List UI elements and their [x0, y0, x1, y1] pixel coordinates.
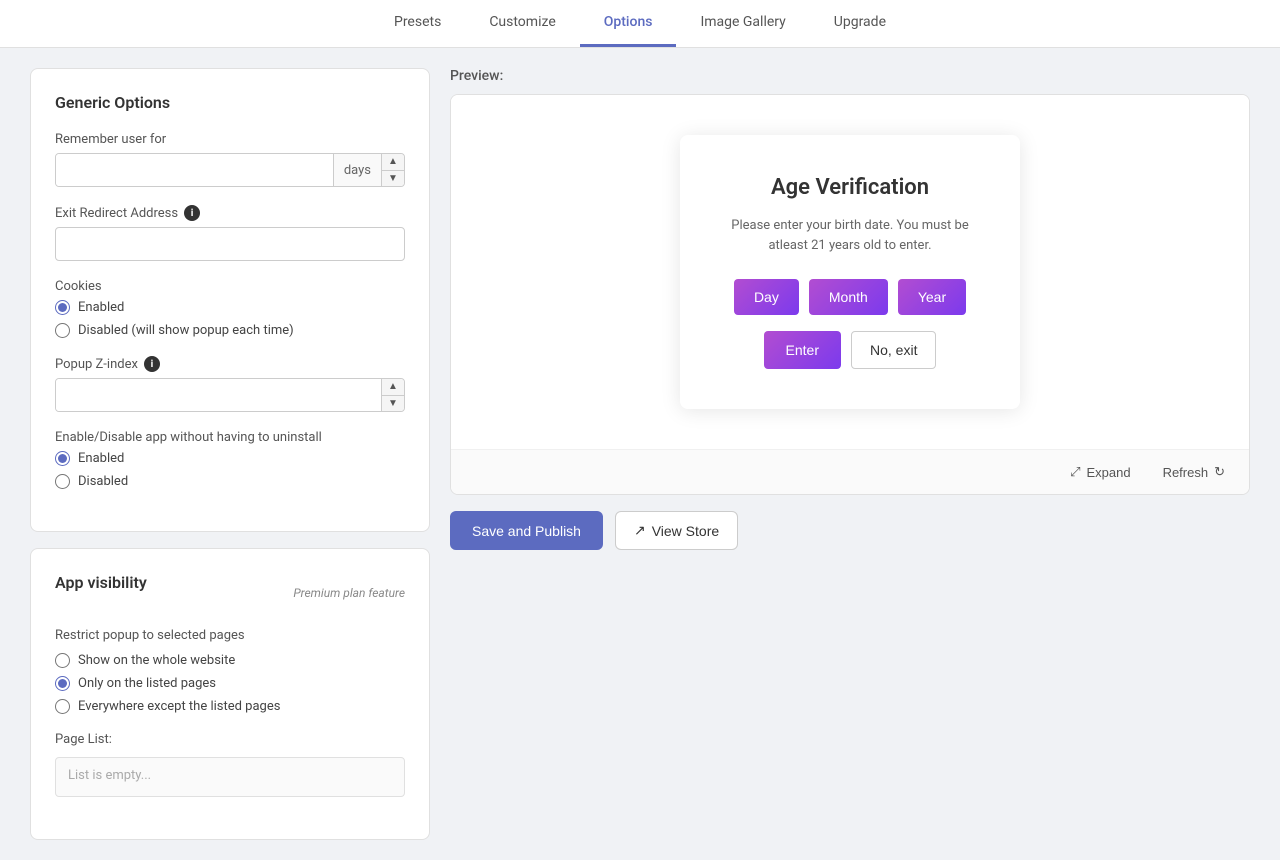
app-visibility-header: App visibility Premium plan feature — [55, 573, 405, 612]
expand-button[interactable]: ⤢ Expand — [1062, 460, 1139, 484]
popup-year-button[interactable]: Year — [898, 279, 966, 315]
popup-enter-button[interactable]: Enter — [764, 331, 841, 369]
popup-zindex-info-icon[interactable]: i — [144, 356, 160, 372]
popup-zindex-input-wrapper: 999999999 ▲ ▼ — [55, 378, 405, 412]
enable-disable-radio-group: Enabled Disabled — [55, 451, 405, 489]
remember-user-down[interactable]: ▼ — [382, 171, 404, 187]
whole-website-label: Show on the whole website — [78, 653, 235, 668]
enable-disable-group: Enable/Disable app without having to uni… — [55, 430, 405, 489]
preview-actions-bar: ⤢ Expand Refresh ↻ — [451, 449, 1249, 494]
popup-month-button[interactable]: Month — [809, 279, 888, 315]
refresh-icon: ↻ — [1214, 464, 1225, 480]
page-list-label: Page List: — [55, 732, 405, 747]
popup-zindex-up[interactable]: ▲ — [382, 379, 404, 396]
whole-website-option[interactable]: Show on the whole website — [55, 653, 405, 668]
left-panel: Generic Options Remember user for 10 day… — [30, 68, 430, 840]
popup-description: Please enter your birth date. You must b… — [730, 216, 970, 255]
whole-website-radio[interactable] — [55, 653, 70, 668]
tab-options[interactable]: Options — [580, 0, 677, 47]
cookies-label: Cookies — [55, 279, 405, 294]
right-panel: Preview: Age Verification Please enter y… — [450, 68, 1250, 840]
cookies-enabled-radio[interactable] — [55, 300, 70, 315]
tab-presets[interactable]: Presets — [370, 0, 465, 47]
expand-label: Expand — [1086, 465, 1130, 480]
popup-action-row: Enter No, exit — [730, 331, 970, 369]
view-store-label: View Store — [652, 523, 719, 539]
generic-options-card: Generic Options Remember user for 10 day… — [30, 68, 430, 532]
refresh-button[interactable]: Refresh ↻ — [1155, 460, 1233, 484]
popup-title: Age Verification — [730, 175, 970, 200]
tab-customize[interactable]: Customize — [465, 0, 579, 47]
cookies-enabled-label: Enabled — [78, 300, 124, 315]
remember-user-input-wrapper: 10 days ▲ ▼ — [55, 153, 405, 187]
enable-disable-label: Enable/Disable app without having to uni… — [55, 430, 405, 445]
remember-user-spinner: ▲ ▼ — [381, 154, 404, 186]
exit-redirect-label: Exit Redirect Address i — [55, 205, 405, 221]
popup-zindex-down[interactable]: ▼ — [382, 396, 404, 412]
visibility-radio-group: Show on the whole website Only on the li… — [55, 653, 405, 714]
tab-upgrade[interactable]: Upgrade — [810, 0, 910, 47]
popup-day-button[interactable]: Day — [734, 279, 799, 315]
remember-user-up[interactable]: ▲ — [382, 154, 404, 171]
restrict-popup-label: Restrict popup to selected pages — [55, 628, 405, 643]
listed-pages-option[interactable]: Only on the listed pages — [55, 676, 405, 691]
except-listed-label: Everywhere except the listed pages — [78, 699, 280, 714]
tab-image-gallery[interactable]: Image Gallery — [676, 0, 809, 47]
generic-options-title: Generic Options — [55, 93, 405, 112]
app-visibility-card: App visibility Premium plan feature Rest… — [30, 548, 430, 840]
days-suffix: days — [333, 154, 381, 186]
external-link-icon: ↗ — [634, 522, 646, 539]
refresh-label: Refresh — [1163, 465, 1209, 480]
expand-icon: ⤢ — [1070, 464, 1080, 480]
cookies-disabled-option[interactable]: Disabled (will show popup each time) — [55, 323, 405, 338]
popup-zindex-input[interactable]: 999999999 — [56, 379, 381, 411]
top-nav: Presets Customize Options Image Gallery … — [0, 0, 1280, 48]
action-bar: Save and Publish ↗ View Store — [450, 511, 1250, 550]
listed-pages-label: Only on the listed pages — [78, 676, 216, 691]
app-disabled-radio[interactable] — [55, 474, 70, 489]
cookies-disabled-label: Disabled (will show popup each time) — [78, 323, 294, 338]
popup-zindex-spinner: ▲ ▼ — [381, 379, 404, 411]
except-listed-option[interactable]: Everywhere except the listed pages — [55, 699, 405, 714]
exit-redirect-group: Exit Redirect Address i http://www.googl… — [55, 205, 405, 261]
except-listed-radio[interactable] — [55, 699, 70, 714]
remember-user-label: Remember user for — [55, 132, 405, 147]
cookies-group: Cookies Enabled Disabled (will show popu… — [55, 279, 405, 338]
cookies-radio-group: Enabled Disabled (will show popup each t… — [55, 300, 405, 338]
popup-zindex-group: Popup Z-index i 999999999 ▲ ▼ — [55, 356, 405, 412]
save-publish-button[interactable]: Save and Publish — [450, 511, 603, 550]
preview-frame: Age Verification Please enter your birth… — [451, 95, 1249, 449]
premium-badge: Premium plan feature — [293, 586, 405, 600]
app-disabled-label: Disabled — [78, 474, 128, 489]
preview-label: Preview: — [450, 68, 1250, 84]
page-list-group: Page List: List is empty... — [55, 732, 405, 797]
app-disabled-option[interactable]: Disabled — [55, 474, 405, 489]
restrict-popup-group: Restrict popup to selected pages Show on… — [55, 628, 405, 714]
exit-redirect-input[interactable]: http://www.google.com — [55, 227, 405, 261]
preview-container: Age Verification Please enter your birth… — [450, 94, 1250, 495]
app-enabled-radio[interactable] — [55, 451, 70, 466]
remember-user-input[interactable]: 10 — [56, 154, 333, 186]
cookies-enabled-option[interactable]: Enabled — [55, 300, 405, 315]
popup-exit-button[interactable]: No, exit — [851, 331, 936, 369]
nav-tabs: Presets Customize Options Image Gallery … — [370, 0, 910, 47]
main-content: Generic Options Remember user for 10 day… — [0, 48, 1280, 860]
app-enabled-label: Enabled — [78, 451, 124, 466]
view-store-button[interactable]: ↗ View Store — [615, 511, 738, 550]
age-verification-popup: Age Verification Please enter your birth… — [680, 135, 1020, 409]
cookies-disabled-radio[interactable] — [55, 323, 70, 338]
popup-zindex-label: Popup Z-index i — [55, 356, 405, 372]
app-visibility-title: App visibility — [55, 573, 147, 592]
listed-pages-radio[interactable] — [55, 676, 70, 691]
exit-redirect-info-icon[interactable]: i — [184, 205, 200, 221]
popup-date-row: Day Month Year — [730, 279, 970, 315]
page-list-input[interactable]: List is empty... — [55, 757, 405, 797]
remember-user-group: Remember user for 10 days ▲ ▼ — [55, 132, 405, 187]
app-enabled-option[interactable]: Enabled — [55, 451, 405, 466]
